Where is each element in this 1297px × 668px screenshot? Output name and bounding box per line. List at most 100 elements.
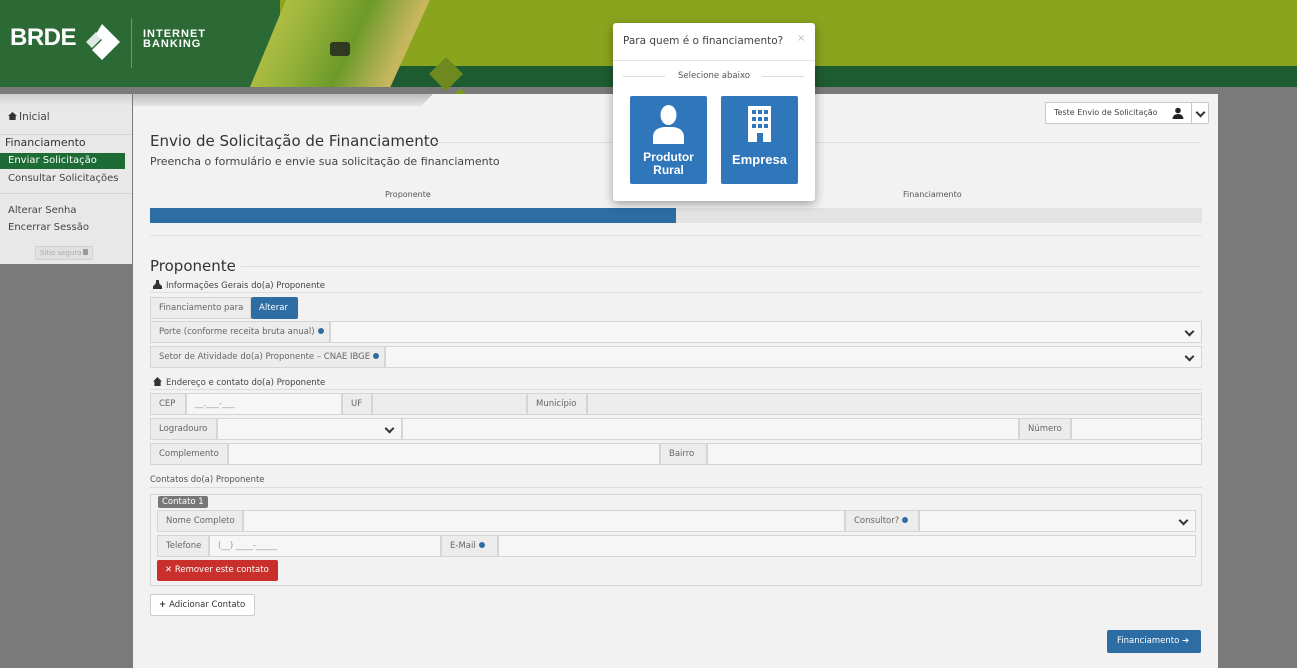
internet-banking-label: INTERNET BANKING	[143, 29, 206, 50]
numero-label: Número	[1019, 418, 1071, 440]
user-name: Teste Envio de Solicitação	[1054, 108, 1158, 117]
bairro-label: Bairro	[660, 443, 707, 465]
plus-icon: +	[159, 600, 170, 610]
active-item-arrow	[125, 153, 132, 169]
option-produtor-rural[interactable]: Produtor Rural	[630, 96, 707, 184]
remove-contact-button[interactable]: ✕ Remover este contato	[157, 560, 278, 581]
consultor-label: Consultor?	[845, 510, 919, 532]
general-info-heading-text: Informações Gerais do(a) Proponente	[166, 281, 325, 291]
sidebar: Inicial Financiamento Enviar Solicitação…	[0, 94, 132, 264]
sidebar-home-label: Inicial	[19, 111, 50, 123]
contacts-heading: Contatos do(a) Proponente	[150, 475, 265, 485]
logo-divider	[131, 18, 132, 68]
consultor-select[interactable]	[919, 510, 1196, 532]
next-step-label: Financiamento	[1117, 636, 1180, 646]
ib-line2: BANKING	[143, 38, 202, 50]
tractor-image	[330, 42, 350, 56]
sidebar-divider	[0, 193, 132, 194]
page-title: Envio de Solicitação de Financiamento	[150, 132, 439, 150]
address-rule	[150, 389, 1202, 390]
cep-input[interactable]: __.___-___	[186, 393, 342, 415]
general-info-rule	[150, 292, 1202, 293]
modal-header-divider	[613, 60, 815, 61]
porte-label: Porte (conforme receita bruta anual)	[150, 321, 330, 343]
add-contact-button[interactable]: + Adicionar Contato	[150, 594, 255, 616]
logradouro-label: Logradouro	[150, 418, 217, 440]
porte-label-text: Porte (conforme receita bruta anual)	[159, 327, 315, 337]
address-heading-text: Endereço e contato do(a) Proponente	[166, 378, 326, 388]
complemento-row: Complemento Bairro	[150, 443, 1202, 465]
next-step-button[interactable]: Financiamento ➔	[1107, 630, 1201, 653]
general-info-heading: Informações Gerais do(a) Proponente	[153, 280, 325, 291]
lock-icon	[83, 249, 89, 255]
logradouro-type-select[interactable]	[217, 418, 402, 440]
person-icon	[153, 280, 162, 289]
home-icon	[8, 112, 17, 120]
complemento-input[interactable]	[228, 443, 660, 465]
info-icon[interactable]	[373, 353, 380, 359]
option-empresa[interactable]: Empresa	[721, 96, 798, 184]
home-icon	[153, 377, 162, 386]
uf-label: UF	[342, 393, 372, 415]
step-label-proponente: Proponente	[385, 190, 431, 199]
financing-for-label: Financiamento para	[150, 297, 251, 319]
option-produtor-label: Produtor Rural	[630, 151, 707, 177]
info-icon[interactable]	[902, 517, 909, 523]
financing-for-row: Financiamento para Alterar	[150, 297, 302, 319]
main-tab-top	[133, 94, 433, 106]
remove-contact-label: Remover este contato	[174, 565, 269, 575]
wizard-progress-bar	[150, 208, 1202, 223]
nome-input[interactable]	[243, 510, 845, 532]
title-rule	[433, 142, 1201, 143]
setor-label: Setor de Atividade do(a) Proponente – CN…	[150, 346, 385, 368]
email-label-text: E-Mail	[450, 541, 476, 551]
porte-select[interactable]	[330, 321, 1202, 343]
sidebar-item-encerrar-sessao[interactable]: Encerrar Sessão	[8, 222, 89, 233]
hint-rule-right	[762, 76, 804, 77]
step-label-financiamento: Financiamento	[903, 190, 962, 199]
arrow-right-icon: ➔	[1179, 636, 1190, 646]
municipio-input[interactable]	[587, 393, 1202, 415]
setor-row: Setor de Atividade do(a) Proponente – CN…	[150, 346, 1202, 368]
sidebar-item-enviar-solicitacao[interactable]: Enviar Solicitação	[0, 153, 125, 169]
info-icon[interactable]	[317, 328, 324, 334]
user-menu-dropdown[interactable]: Teste Envio de Solicitação	[1045, 102, 1209, 124]
nome-label: Nome Completo	[157, 510, 243, 532]
bairro-input[interactable]	[707, 443, 1202, 465]
contacts-rule	[150, 487, 1202, 488]
progress-fill	[150, 208, 676, 223]
porte-row: Porte (conforme receita bruta anual)	[150, 321, 1202, 343]
chevron-down-icon[interactable]	[1191, 103, 1209, 123]
close-icon: ✕	[165, 565, 175, 575]
logradouro-input[interactable]	[402, 418, 1019, 440]
financing-target-modal: Para quem é o financiamento? × Selecione…	[613, 23, 815, 201]
uf-input[interactable]	[372, 393, 527, 415]
section-divider	[150, 235, 1202, 236]
sidebar-item-alterar-senha[interactable]: Alterar Senha	[8, 205, 77, 216]
consultor-label-text: Consultor?	[854, 516, 900, 526]
sidebar-item-inicial[interactable]: Inicial	[8, 111, 50, 123]
email-input[interactable]	[498, 535, 1196, 557]
modal-title: Para quem é o financiamento?	[623, 35, 784, 47]
contact-card: Contato 1 Nome Completo Consultor? Telef…	[150, 494, 1202, 586]
contact-tag: Contato 1	[158, 496, 208, 508]
info-icon[interactable]	[478, 542, 485, 548]
telefone-input[interactable]: (__) ____-_____	[209, 535, 441, 557]
email-label: E-Mail	[441, 535, 498, 557]
brde-logo-text: BRDE	[10, 24, 77, 51]
building-icon	[748, 106, 771, 142]
sidebar-section-financiamento: Financiamento	[0, 134, 132, 150]
setor-label-text: Setor de Atividade do(a) Proponente – CN…	[159, 352, 371, 362]
numero-input[interactable]	[1071, 418, 1202, 440]
logradouro-row: Logradouro Número	[150, 418, 1202, 440]
contact-name-row: Nome Completo Consultor?	[157, 510, 1196, 532]
sidebar-item-consultar-solicitacoes[interactable]: Consultar Solicitações	[8, 173, 118, 184]
setor-select[interactable]	[385, 346, 1202, 368]
address-heading: Endereço e contato do(a) Proponente	[153, 377, 325, 388]
cep-label: CEP	[150, 393, 186, 415]
brde-logo-icon	[86, 24, 120, 60]
alterar-button[interactable]: Alterar	[251, 297, 298, 319]
close-icon[interactable]: ×	[797, 33, 805, 44]
secure-badge-label: Sitio seguro	[40, 249, 82, 257]
secure-site-badge: Sitio seguro	[35, 246, 94, 260]
